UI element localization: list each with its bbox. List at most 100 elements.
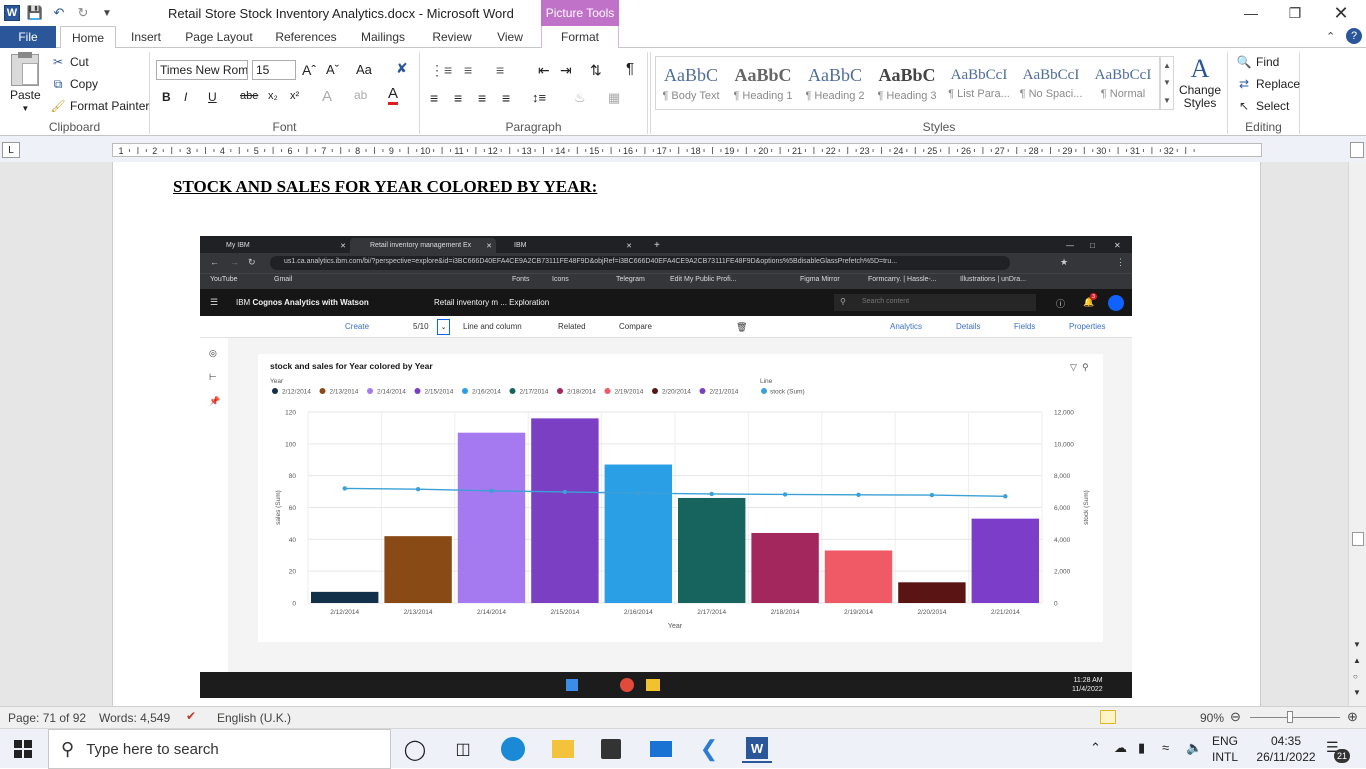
compare-button[interactable]: Compare — [619, 322, 652, 331]
tray-chevron-icon[interactable]: ⌃ — [1090, 740, 1101, 756]
zoom-out-icon[interactable]: ⊖ — [1230, 709, 1241, 725]
save-icon[interactable]: 💾 — [26, 4, 44, 22]
line-point[interactable] — [562, 489, 568, 495]
redo-icon[interactable]: ↻ — [74, 4, 92, 22]
zoom-slider[interactable] — [1250, 717, 1340, 718]
zoom-in-icon[interactable]: ⊕ — [1347, 709, 1358, 725]
grow-font-icon[interactable]: Aˆ — [302, 62, 316, 78]
bullets-icon[interactable]: ⋮≡ — [430, 62, 452, 79]
help-icon[interactable]: ? — [1346, 28, 1362, 44]
onedrive-icon[interactable]: ☁ — [1114, 740, 1127, 756]
minimize-button[interactable]: — — [1228, 0, 1274, 26]
sort-icon[interactable]: ⇅ — [590, 62, 602, 79]
change-case-icon[interactable]: Aa — [356, 62, 372, 77]
system-clock[interactable]: 04:35 26/11/2022 — [1250, 733, 1322, 765]
bold-icon[interactable]: B — [162, 90, 171, 104]
windows-start-icon[interactable] — [14, 740, 32, 758]
browser-tab[interactable]: My IBM ✕ — [210, 238, 350, 253]
page-count[interactable]: Page: 71 of 92 — [8, 711, 86, 725]
line-point[interactable] — [342, 486, 347, 491]
prev-page-icon[interactable]: ▲ — [1353, 656, 1361, 665]
user-avatar[interactable] — [1108, 295, 1124, 311]
embedded-screenshot[interactable]: My IBM ✕ Retail inventory management Ex ✕ … — [200, 236, 1132, 698]
mail-icon[interactable] — [646, 735, 676, 763]
bookmark-figma[interactable]: Figma Mirror — [800, 276, 840, 283]
align-left-icon[interactable]: ≡ — [430, 90, 438, 106]
multilevel-list-icon[interactable]: ≡ — [496, 62, 504, 78]
styles-scroll[interactable]: ▲ ▼ ▼ — [1160, 56, 1174, 110]
bar[interactable] — [678, 497, 746, 603]
copy-button[interactable]: ⧉ Copy — [50, 76, 98, 92]
font-name-combo[interactable]: Times New Rom — [156, 60, 248, 80]
scroll-down-icon[interactable]: ▼ — [1353, 640, 1361, 649]
tab-file[interactable]: File — [0, 26, 56, 48]
explore-icon[interactable]: ◎ — [209, 348, 217, 359]
strikethrough-icon[interactable]: abe — [240, 90, 258, 102]
help-circle-icon[interactable]: ⓘ — [1056, 297, 1065, 310]
taskbar-search-input[interactable]: ⚲ Type here to search — [48, 729, 391, 769]
highlight-icon[interactable]: ab — [354, 88, 367, 102]
details-tab[interactable]: Details — [956, 322, 980, 331]
bar[interactable] — [531, 418, 599, 603]
bookmark-youtube[interactable]: YouTube — [210, 276, 238, 283]
browser-minimize-icon[interactable]: — — [1058, 238, 1074, 253]
horizontal-ruler[interactable]: 1 2 3 4 5 6 7 8 9 10 11 12 13 14 15 16 17 18 19 20 21 22 23 24 2… — [112, 143, 1262, 157]
line-spacing-icon[interactable]: ↕≡ — [532, 90, 546, 105]
vertical-scrollbar[interactable]: ▼ ▲ ○ ▼ — [1348, 162, 1366, 706]
hamburger-icon[interactable]: ☰ — [210, 297, 218, 308]
bookmark-icons[interactable]: Icons — [552, 276, 569, 283]
zoom-slider-thumb[interactable] — [1287, 711, 1293, 723]
format-painter-button[interactable]: 🖌 Format Painter — [50, 98, 149, 114]
bar[interactable] — [971, 518, 1039, 603]
tab-references[interactable]: References — [268, 26, 344, 48]
tab-insert[interactable]: Insert — [120, 26, 172, 48]
bookmark-profile[interactable]: Edit My Public Profi... — [670, 276, 737, 283]
increase-indent-icon[interactable]: ⇥ — [560, 62, 572, 79]
bar[interactable] — [751, 532, 819, 603]
browse-object-icon[interactable]: ○ — [1353, 672, 1358, 681]
tab-close-icon[interactable]: ✕ — [340, 242, 346, 250]
numbering-icon[interactable]: ≡ — [464, 62, 472, 78]
browser-menu-icon[interactable]: ⋮ — [1116, 257, 1125, 268]
style-normal[interactable]: AaBbCcI ¶ Normal — [1087, 58, 1159, 108]
bar[interactable] — [457, 432, 526, 603]
show-formatting-icon[interactable]: ¶ — [626, 60, 634, 77]
related-button[interactable]: Related — [558, 322, 586, 331]
next-page-icon[interactable]: ▼ — [1353, 688, 1361, 697]
word-taskbar-icon[interactable]: W — [742, 735, 772, 763]
zoom-level[interactable]: 90% — [1200, 711, 1224, 725]
replace-button[interactable]: ⇄ Replace — [1236, 76, 1300, 92]
file-explorer-icon[interactable] — [548, 735, 578, 763]
style-heading-2[interactable]: AaBbC ¶ Heading 2 — [799, 58, 871, 108]
print-layout-icon[interactable] — [1100, 710, 1116, 724]
superscript-icon[interactable]: x² — [290, 90, 299, 102]
tab-mailings[interactable]: Mailings — [352, 26, 414, 48]
vscode-icon[interactable]: ❮ — [694, 735, 724, 763]
volume-icon[interactable]: 🔈 — [1186, 740, 1202, 756]
subscript-icon[interactable]: x₂ — [268, 90, 278, 102]
view-ruler-icon[interactable] — [1350, 142, 1364, 158]
new-tab-icon[interactable]: + — [646, 238, 660, 253]
line-point[interactable] — [929, 492, 935, 498]
tab-format[interactable]: Format — [541, 26, 619, 48]
line-point[interactable] — [709, 491, 714, 497]
browser-tab[interactable]: IBM ✕ — [496, 238, 636, 253]
underline-icon[interactable]: U — [208, 90, 217, 104]
paste-button[interactable]: Paste ▼ — [10, 52, 41, 113]
borders-icon[interactable]: ▦ — [608, 90, 620, 106]
forward-icon[interactable]: → — [230, 257, 239, 267]
extensions-icon[interactable]: ★ — [1060, 257, 1068, 268]
url-field[interactable]: us1.ca.analytics.ibm.com/bi/?perspective… — [270, 256, 1010, 270]
style-list-paragraph[interactable]: AaBbCcI ¶ List Para... — [943, 58, 1015, 108]
line-point[interactable] — [856, 492, 861, 497]
bar[interactable] — [604, 464, 672, 603]
font-size-combo[interactable]: 15 — [252, 60, 296, 80]
change-styles-button[interactable]: A Change Styles — [1178, 54, 1222, 110]
edge-icon[interactable] — [498, 735, 528, 763]
align-right-icon[interactable]: ≡ — [478, 90, 486, 106]
browser-restore-icon[interactable]: □ — [1082, 238, 1095, 253]
bar[interactable] — [384, 536, 452, 603]
tab-close-icon[interactable]: ✕ — [626, 242, 632, 250]
analytics-tab[interactable]: Analytics — [890, 322, 922, 331]
bar[interactable] — [311, 591, 379, 603]
